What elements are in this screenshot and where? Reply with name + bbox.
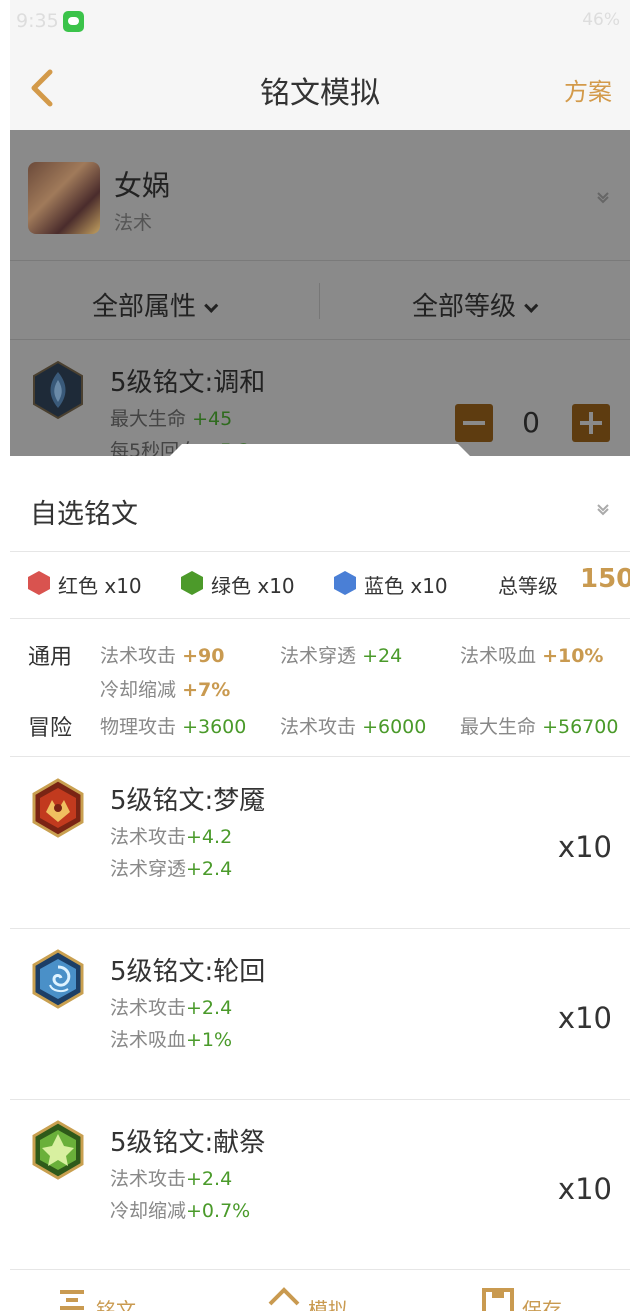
rune-attr: 法术攻击+2.4 (110, 1168, 233, 1190)
bottom-tab-bar: 铭文 模拟 保存 (10, 1278, 630, 1311)
decrease-button[interactable] (455, 404, 493, 442)
green-count: 绿色 x10 (211, 574, 295, 598)
app-frame: 9:35 46% 铭文模拟 方案 女娲 法术 全部属性 全部等级 5级铭文:调和… (10, 0, 630, 1311)
filter-divider (319, 283, 320, 319)
filter-bar: 全部属性 全部等级 (10, 260, 630, 340)
attribute-filter[interactable]: 全部属性 (92, 286, 219, 323)
minus-icon (463, 421, 485, 425)
battery-indicator: 46% (582, 10, 620, 30)
plan-button[interactable]: 方案 (564, 72, 612, 107)
rune-count: x10 (557, 830, 612, 864)
rune-list-item[interactable]: 5级铭文:轮回 法术攻击+2.4 法术吸血+1% x10 (10, 929, 630, 1099)
attribute-filter-label: 全部属性 (92, 292, 197, 322)
red-hex-icon (28, 571, 50, 595)
color-summary: 红色 x10 绿色 x10 蓝色 x10 总等级 150 (10, 552, 630, 618)
page-title: 铭文模拟 (260, 76, 380, 111)
adventure-label: 冒险 (28, 716, 73, 741)
rune-list-item[interactable]: 5级铭文:梦魇 法术攻击+4.2 法术穿透+2.4 x10 (10, 758, 630, 928)
hero-role: 法术 (114, 212, 153, 234)
stat-item: 最大生命 +56700 (460, 716, 619, 738)
rune-count: 0 (522, 406, 540, 439)
rune-attr: 冷却缩减+0.7% (110, 1200, 251, 1222)
rune-list-icon (60, 1290, 84, 1310)
tab-simulate-label: 模拟 (308, 1298, 348, 1311)
stat-item: 法术穿透 +24 (280, 645, 403, 667)
status-time: 9:35 (16, 10, 59, 32)
chevron-down-icon (597, 192, 609, 204)
blue-rune-icon (32, 949, 84, 1009)
green-hex-icon (181, 571, 203, 595)
level-filter[interactable]: 全部等级 (412, 286, 539, 323)
hero-selector[interactable]: 女娲 法术 (10, 130, 630, 258)
rune-name: 5级铭文:献祭 (110, 1128, 266, 1158)
home-icon (268, 1287, 300, 1306)
hero-avatar (28, 162, 100, 234)
message-notification-icon (63, 11, 84, 32)
rune-attr: 法术攻击+4.2 (110, 826, 233, 848)
total-level-label: 总等级 (498, 574, 558, 598)
stats-summary: 通用 法术攻击 +90 法术穿透 +24 法术吸血 +10% 冷却缩减 +7% … (10, 619, 630, 755)
stat-item: 法术攻击 +90 (100, 645, 225, 667)
status-bar: 9:35 46% (10, 0, 630, 44)
rune-name: 5级铭文:梦魇 (110, 786, 266, 816)
save-icon (482, 1288, 514, 1311)
rune-count: x10 (557, 1001, 612, 1035)
caret-down-icon (204, 298, 219, 313)
stat-item: 冷却缩减 +7% (100, 679, 231, 701)
top-header: 铭文模拟 方案 (10, 44, 630, 130)
rune-name: 5级铭文:调和 (110, 368, 266, 398)
hero-name: 女娲 (114, 169, 171, 202)
collapse-chevron-icon[interactable] (596, 502, 610, 516)
blue-hex-icon (334, 571, 356, 595)
rune-attr: 法术吸血+1% (110, 1029, 233, 1051)
increase-button[interactable] (572, 404, 610, 442)
blue-rune-icon (33, 360, 83, 420)
divider (10, 1269, 630, 1270)
red-rune-icon (32, 778, 84, 838)
tab-simulate[interactable]: 模拟 (268, 1278, 388, 1311)
rune-attr: 法术穿透+2.4 (110, 858, 233, 880)
rune-attr: 法术攻击+2.4 (110, 997, 233, 1019)
stat-item: 法术攻击 +6000 (280, 716, 427, 738)
tab-runes-label: 铭文 (96, 1298, 136, 1311)
rune-attr: 最大生命 +45 (110, 408, 233, 430)
tab-save-label: 保存 (522, 1298, 562, 1311)
green-rune-icon (32, 1120, 84, 1180)
total-level-value: 150 (580, 564, 630, 594)
blue-count: 蓝色 x10 (364, 574, 448, 598)
caret-down-icon (524, 298, 539, 313)
general-label: 通用 (28, 645, 73, 670)
rune-count: x10 (557, 1172, 612, 1206)
dimmed-background: 女娲 法术 全部属性 全部等级 5级铭文:调和 最大生命 +45 每5秒回血 +… (10, 130, 630, 468)
level-filter-label: 全部等级 (412, 292, 517, 322)
panel-title: 自选铭文 (30, 499, 138, 530)
tab-runes[interactable]: 铭文 (56, 1278, 176, 1311)
stat-item: 物理攻击 +3600 (100, 716, 247, 738)
stat-item: 法术吸血 +10% (460, 645, 604, 667)
rune-name: 5级铭文:轮回 (110, 957, 266, 987)
custom-rune-panel: 自选铭文 红色 x10 绿色 x10 蓝色 x10 总等级 150 通用 法术攻… (10, 444, 630, 1311)
divider (10, 756, 630, 757)
tab-save[interactable]: 保存 (482, 1278, 612, 1311)
panel-notch (170, 444, 470, 456)
rune-list-item[interactable]: 5级铭文:献祭 法术攻击+2.4 冷却缩减+0.7% x10 (10, 1100, 630, 1270)
red-count: 红色 x10 (58, 574, 142, 598)
